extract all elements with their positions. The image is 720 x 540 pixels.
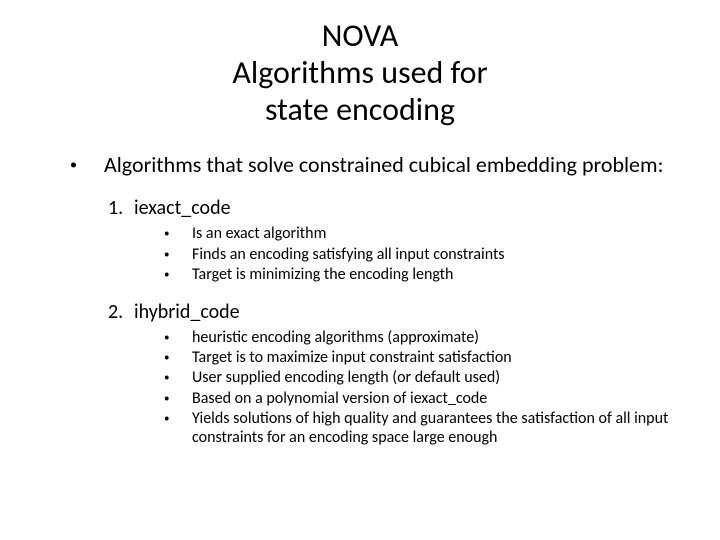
section-2-number: 2.	[108, 300, 134, 324]
list-item: • Is an exact algorithm	[164, 224, 680, 243]
bullet-icon: •	[164, 368, 192, 387]
title-line-3: state encoding	[265, 90, 455, 129]
intro-text: Algorithms that solve constrained cubica…	[104, 152, 663, 177]
section-1-number: 1.	[108, 196, 134, 220]
point-text: Target is minimizing the encoding length	[192, 265, 680, 284]
list-item: • Based on a polynomial version of iexac…	[164, 389, 680, 408]
bullet-icon: •	[164, 409, 192, 428]
bullet-icon: •	[164, 245, 192, 264]
list-item: • Finds an encoding satisfying all input…	[164, 245, 680, 264]
point-text: Target is to maximize input constraint s…	[192, 348, 680, 367]
title-line-2: Algorithms used for	[232, 53, 487, 92]
section-1-label: iexact_code	[134, 196, 231, 220]
list-item: • User supplied encoding length (or defa…	[164, 368, 680, 387]
bullet-icon: •	[164, 389, 192, 408]
point-text: Based on a polynomial version of iexact_…	[192, 389, 680, 408]
bullet-icon: •	[164, 348, 192, 367]
section-2-label: ihybrid_code	[134, 300, 240, 324]
section-1-points: • Is an exact algorithm • Finds an encod…	[164, 224, 680, 284]
point-text: heuristic encoding algorithms (approxima…	[192, 328, 680, 347]
point-text: Yields solutions of high quality and gua…	[192, 409, 680, 447]
list-item: • Target is minimizing the encoding leng…	[164, 265, 680, 284]
title-line-1: NOVA	[322, 16, 399, 55]
bullet-icon: •	[70, 152, 104, 178]
section-2: 2. ihybrid_code	[108, 300, 680, 324]
point-text: Is an exact algorithm	[192, 224, 680, 243]
section-1: 1. iexact_code	[108, 196, 680, 220]
intro-bullet: • Algorithms that solve constrained cubi…	[70, 152, 680, 178]
bullet-icon: •	[164, 224, 192, 243]
point-text: Finds an encoding satisfying all input c…	[192, 245, 680, 264]
bullet-icon: •	[164, 328, 192, 347]
section-2-points: • heuristic encoding algorithms (approxi…	[164, 328, 680, 447]
slide-title: NOVA Algorithms used for state encoding	[40, 18, 680, 128]
section-2-header: 2. ihybrid_code	[108, 300, 680, 324]
point-text: User supplied encoding length (or defaul…	[192, 368, 680, 387]
list-item: • Yields solutions of high quality and g…	[164, 409, 680, 447]
bullet-icon: •	[164, 265, 192, 284]
slide: NOVA Algorithms used for state encoding …	[0, 0, 720, 540]
section-1-header: 1. iexact_code	[108, 196, 680, 220]
list-item: • Target is to maximize input constraint…	[164, 348, 680, 367]
list-item: • heuristic encoding algorithms (approxi…	[164, 328, 680, 347]
